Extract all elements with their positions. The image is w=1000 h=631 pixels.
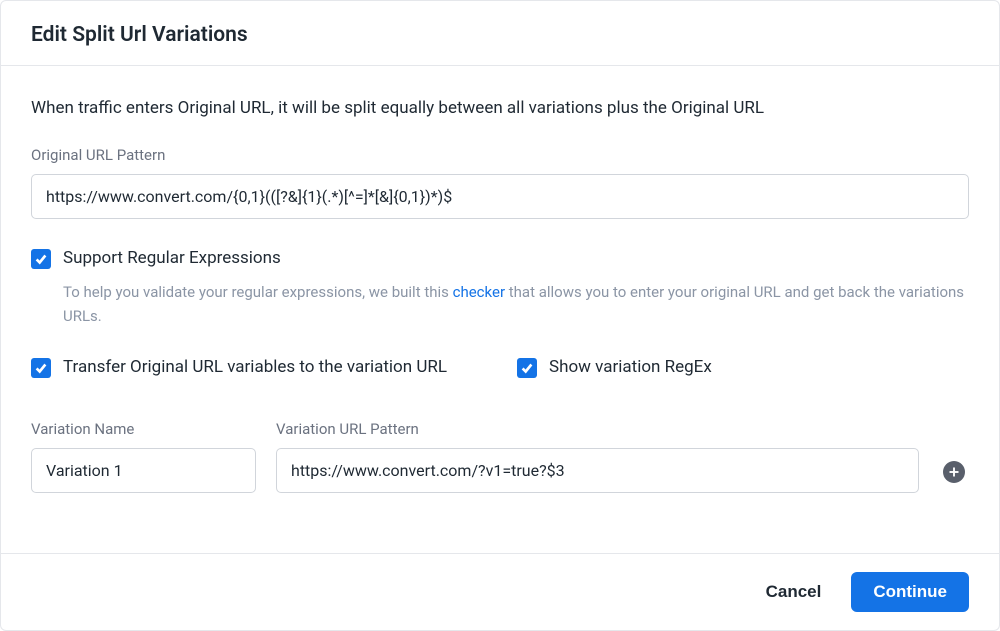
original-url-section: Original URL Pattern	[31, 146, 969, 219]
description-text: When traffic enters Original URL, it wil…	[31, 96, 969, 122]
dialog-title: Edit Split Url Variations	[31, 23, 969, 47]
dialog-footer: Cancel Continue	[1, 553, 999, 630]
regex-checkbox-label: Support Regular Expressions	[63, 247, 281, 271]
original-url-label: Original URL Pattern	[31, 146, 969, 164]
checker-link[interactable]: checker	[453, 283, 505, 301]
add-column	[939, 461, 969, 493]
secondary-checkboxes: Transfer Original URL variables to the v…	[31, 356, 969, 380]
dialog-content: When traffic enters Original URL, it wil…	[1, 66, 999, 553]
variation-url-label: Variation URL Pattern	[276, 420, 919, 438]
variation-name-column: Variation Name	[31, 420, 256, 493]
cancel-button[interactable]: Cancel	[756, 574, 832, 610]
check-icon	[34, 252, 48, 266]
variation-name-input[interactable]	[31, 448, 256, 493]
original-url-input[interactable]	[31, 174, 969, 219]
regex-checkbox-row: Support Regular Expressions	[31, 247, 969, 271]
check-icon	[34, 361, 48, 375]
regex-checkbox[interactable]	[31, 249, 51, 269]
variation-name-label: Variation Name	[31, 420, 256, 438]
plus-icon	[948, 466, 960, 478]
variation-url-column: Variation URL Pattern	[276, 420, 919, 493]
dialog-header: Edit Split Url Variations	[1, 1, 999, 66]
transfer-checkbox-row: Transfer Original URL variables to the v…	[31, 356, 447, 380]
check-icon	[520, 361, 534, 375]
add-variation-button[interactable]	[943, 461, 965, 483]
regex-helper-text: To help you validate your regular expres…	[63, 280, 969, 328]
show-regex-checkbox-label: Show variation RegEx	[549, 356, 712, 380]
transfer-checkbox[interactable]	[31, 358, 51, 378]
helper-prefix: To help you validate your regular expres…	[63, 283, 453, 301]
variation-row: Variation Name Variation URL Pattern	[31, 420, 969, 493]
show-regex-checkbox-row: Show variation RegEx	[517, 356, 712, 380]
variation-url-input[interactable]	[276, 448, 919, 493]
show-regex-checkbox[interactable]	[517, 358, 537, 378]
transfer-checkbox-label: Transfer Original URL variables to the v…	[63, 356, 447, 380]
continue-button[interactable]: Continue	[851, 572, 969, 612]
